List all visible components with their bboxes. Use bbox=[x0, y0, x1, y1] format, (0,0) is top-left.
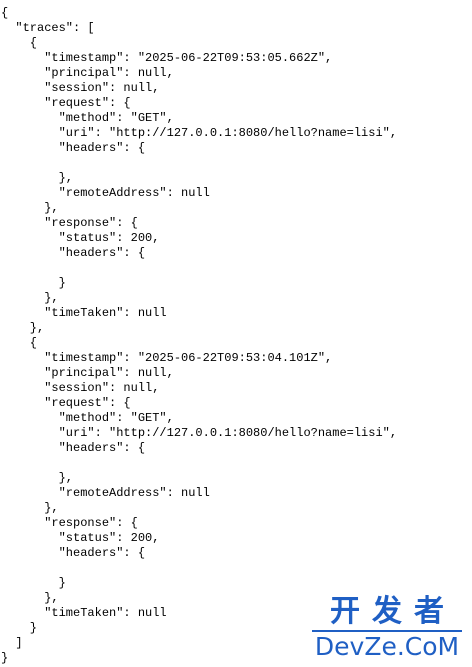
json-response-body: { "traces": [ { "timestamp": "2025-06-22… bbox=[1, 6, 397, 666]
json-line: "principal": null, bbox=[1, 66, 174, 80]
json-line: "principal": null, bbox=[1, 366, 174, 380]
json-line bbox=[1, 561, 397, 576]
json-line: "response": { bbox=[1, 216, 138, 230]
json-line: "method": "GET", bbox=[1, 111, 174, 125]
watermark-chinese-text: 开发者 bbox=[330, 594, 456, 629]
json-line: "status": 200, bbox=[1, 231, 160, 245]
json-line: }, bbox=[1, 501, 59, 515]
json-line: "traces": [ bbox=[1, 21, 95, 35]
json-line bbox=[1, 261, 397, 276]
json-line: "headers": { bbox=[1, 441, 146, 455]
json-line: "session": null, bbox=[1, 81, 160, 95]
json-line: }, bbox=[1, 471, 74, 485]
json-line: "request": { bbox=[1, 96, 131, 110]
json-line: "request": { bbox=[1, 396, 131, 410]
json-line: "method": "GET", bbox=[1, 411, 174, 425]
json-line: { bbox=[1, 6, 9, 20]
json-line: }, bbox=[1, 321, 45, 335]
json-line: "timestamp": "2025-06-22T09:53:04.101Z", bbox=[1, 351, 333, 365]
json-line: "headers": { bbox=[1, 546, 146, 560]
json-line: "uri": "http://127.0.0.1:8080/hello?name… bbox=[1, 426, 398, 440]
json-line: { bbox=[1, 36, 38, 50]
json-line: }, bbox=[1, 291, 59, 305]
json-line: "remoteAddress": null bbox=[1, 486, 210, 500]
json-line: } bbox=[1, 276, 66, 290]
json-line: "timeTaken": null bbox=[1, 306, 167, 320]
json-line: "timestamp": "2025-06-22T09:53:05.662Z", bbox=[1, 51, 333, 65]
json-line: { bbox=[1, 336, 38, 350]
devze-watermark-logo: 开发者 DevZe.CoM bbox=[312, 595, 462, 661]
json-line bbox=[1, 456, 397, 471]
json-line: "remoteAddress": null bbox=[1, 186, 210, 200]
json-line: } bbox=[1, 576, 66, 590]
json-line: "session": null, bbox=[1, 381, 160, 395]
json-line: }, bbox=[1, 201, 59, 215]
json-line bbox=[1, 156, 397, 171]
json-line: "headers": { bbox=[1, 246, 146, 260]
json-line: "response": { bbox=[1, 516, 138, 530]
watermark-site-text: DevZe.CoM bbox=[312, 630, 462, 661]
json-line: "headers": { bbox=[1, 141, 146, 155]
json-line: "uri": "http://127.0.0.1:8080/hello?name… bbox=[1, 126, 398, 140]
json-line: "status": 200, bbox=[1, 531, 160, 545]
json-line: }, bbox=[1, 171, 74, 185]
